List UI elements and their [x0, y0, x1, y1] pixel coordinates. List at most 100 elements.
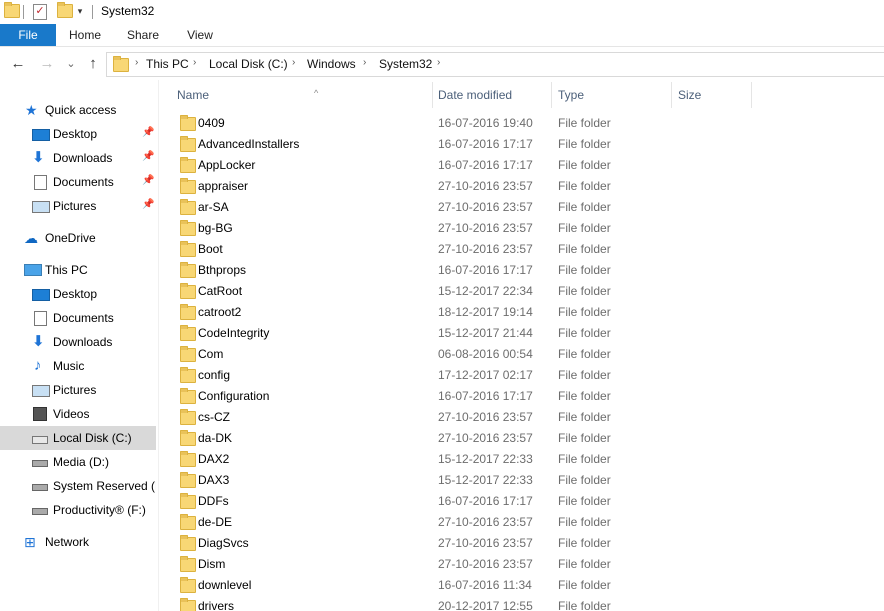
column-header-size[interactable]: Size [678, 80, 748, 108]
sidebar-item-pc-downloads[interactable]: ⬇ Downloads [0, 330, 156, 354]
address-bar[interactable]: › This PC › Local Disk (C:) › Windows › … [106, 52, 884, 77]
folder-icon [180, 535, 196, 551]
sidebar-item-onedrive[interactable]: ☁ OneDrive [0, 226, 156, 250]
breadcrumb-this-pc[interactable]: This PC [146, 57, 189, 71]
table-row[interactable]: catroot2 18-12-2017 19:14 File folder [160, 302, 884, 323]
sidebar-item-productivity-f[interactable]: Productivity® (F:) [0, 498, 156, 522]
file-type: File folder [558, 557, 611, 571]
table-row[interactable]: 0409 16-07-2016 19:40 File folder [160, 113, 884, 134]
sidebar-item-media-d[interactable]: Media (D:) [0, 450, 156, 474]
folder-icon [180, 514, 196, 530]
table-row[interactable]: DAX3 15-12-2017 22:33 File folder [160, 470, 884, 491]
column-header-name[interactable]: Name ^ [177, 80, 431, 108]
column-divider[interactable] [551, 82, 552, 108]
sidebar-item-music[interactable]: ♪ Music [0, 354, 156, 378]
tab-share[interactable]: Share [120, 24, 166, 46]
sidebar-item-label: System Reserved (E: [53, 479, 156, 493]
file-type: File folder [558, 116, 611, 130]
sidebar-item-network[interactable]: ⊞ Network [0, 530, 156, 554]
forward-button[interactable]: → [38, 55, 56, 73]
date-modified: 27-10-2016 23:57 [438, 410, 533, 424]
sidebar-item-quick-access[interactable]: ★ Quick access [0, 98, 156, 122]
breadcrumb-separator[interactable]: › [437, 57, 440, 68]
videos-icon [33, 407, 47, 421]
file-name: downlevel [198, 578, 252, 592]
sidebar-item-pc-desktop[interactable]: Desktop [0, 282, 156, 306]
folder-icon [4, 2, 20, 18]
column-divider[interactable] [751, 82, 752, 108]
table-row[interactable]: DDFs 16-07-2016 17:17 File folder [160, 491, 884, 512]
sidebar-item-desktop[interactable]: Desktop 📌 [0, 122, 156, 146]
up-button[interactable]: ↑ [84, 55, 102, 73]
properties-check-icon[interactable]: ✓ [33, 4, 47, 20]
tab-file[interactable]: File [0, 24, 56, 46]
table-row[interactable]: Bthprops 16-07-2016 17:17 File folder [160, 260, 884, 281]
column-divider[interactable] [432, 82, 433, 108]
file-type: File folder [558, 389, 611, 403]
title-separator [92, 5, 93, 19]
file-list: Name ^ Date modified Type Size 0409 16-07… [160, 80, 884, 611]
table-row[interactable]: DAX2 15-12-2017 22:33 File folder [160, 449, 884, 470]
table-row[interactable]: CatRoot 15-12-2017 22:34 File folder [160, 281, 884, 302]
folder-icon [180, 493, 196, 509]
table-row[interactable]: Boot 27-10-2016 23:57 File folder [160, 239, 884, 260]
table-row[interactable]: drivers 20-12-2017 12:55 File folder [160, 596, 884, 611]
tab-view[interactable]: View [178, 24, 222, 46]
table-row[interactable]: appraiser 27-10-2016 23:57 File folder [160, 176, 884, 197]
sidebar-item-label: Local Disk (C:) [53, 431, 132, 445]
sidebar-item-pc-pictures[interactable]: Pictures [0, 378, 156, 402]
table-row[interactable]: AppLocker 16-07-2016 17:17 File folder [160, 155, 884, 176]
folder-icon [180, 472, 196, 488]
sidebar-item-label: Desktop [53, 127, 98, 141]
table-row[interactable]: config 17-12-2017 02:17 File folder [160, 365, 884, 386]
breadcrumb-system32[interactable]: System32 [379, 57, 432, 71]
table-row[interactable]: Configuration 16-07-2016 17:17 File folder [160, 386, 884, 407]
local-disk-icon [32, 436, 48, 444]
sidebar-item-local-disk-c[interactable]: Local Disk (C:) [0, 426, 156, 450]
column-header-type[interactable]: Type [558, 80, 670, 108]
navigation-pane: ★ Quick access Desktop 📌 ⬇ Downloads 📌 D… [0, 80, 159, 611]
folder-icon [180, 367, 196, 383]
table-row[interactable]: ar-SA 27-10-2016 23:57 File folder [160, 197, 884, 218]
date-modified: 16-07-2016 17:17 [438, 389, 533, 403]
column-divider[interactable] [671, 82, 672, 108]
file-name: catroot2 [198, 305, 242, 319]
sidebar-item-downloads[interactable]: ⬇ Downloads 📌 [0, 146, 156, 170]
date-modified: 15-12-2017 22:34 [438, 284, 533, 298]
sidebar-item-pictures[interactable]: Pictures 📌 [0, 194, 156, 218]
table-row[interactable]: cs-CZ 27-10-2016 23:57 File folder [160, 407, 884, 428]
table-row[interactable]: downlevel 16-07-2016 11:34 File folder [160, 575, 884, 596]
table-row[interactable]: AdvancedInstallers 16-07-2016 17:17 File f… [160, 134, 884, 155]
sidebar-item-this-pc[interactable]: This PC [0, 258, 156, 282]
sidebar-item-system-reserved-e[interactable]: System Reserved (E: [0, 474, 156, 498]
breadcrumb-separator[interactable]: › [135, 57, 138, 68]
date-modified: 18-12-2017 19:14 [438, 305, 533, 319]
address-folder-icon [113, 56, 129, 72]
table-row[interactable]: Com 06-08-2016 00:54 File folder [160, 344, 884, 365]
folder-icon [180, 220, 196, 236]
new-folder-icon[interactable] [57, 2, 73, 18]
sidebar-item-pc-documents[interactable]: Documents [0, 306, 156, 330]
table-row[interactable]: de-DE 27-10-2016 23:57 File folder [160, 512, 884, 533]
column-header-date-modified[interactable]: Date modified [438, 80, 550, 108]
table-row[interactable]: da-DK 27-10-2016 23:57 File folder [160, 428, 884, 449]
tab-home[interactable]: Home [58, 24, 112, 46]
table-row[interactable]: Dism 27-10-2016 23:57 File folder [160, 554, 884, 575]
breadcrumb-separator[interactable]: › [363, 57, 366, 68]
recent-locations-button[interactable]: ⌄ [62, 55, 80, 73]
breadcrumb-separator[interactable]: › [193, 57, 196, 68]
sidebar-item-documents[interactable]: Documents 📌 [0, 170, 156, 194]
file-type: File folder [558, 242, 611, 256]
folder-icon [180, 304, 196, 320]
customize-dropdown-icon[interactable]: ▾ [75, 4, 85, 18]
table-row[interactable]: CodeIntegrity 15-12-2017 21:44 File folder [160, 323, 884, 344]
breadcrumb-local-disk[interactable]: Local Disk (C:) [209, 57, 288, 71]
table-row[interactable]: DiagSvcs 27-10-2016 23:57 File folder [160, 533, 884, 554]
music-icon: ♪ [34, 357, 42, 374]
breadcrumb-separator[interactable]: › [292, 57, 295, 68]
date-modified: 27-10-2016 23:57 [438, 179, 533, 193]
breadcrumb-windows[interactable]: Windows [307, 57, 356, 71]
table-row[interactable]: bg-BG 27-10-2016 23:57 File folder [160, 218, 884, 239]
sidebar-item-videos[interactable]: Videos [0, 402, 156, 426]
back-button[interactable]: ← [9, 55, 27, 73]
